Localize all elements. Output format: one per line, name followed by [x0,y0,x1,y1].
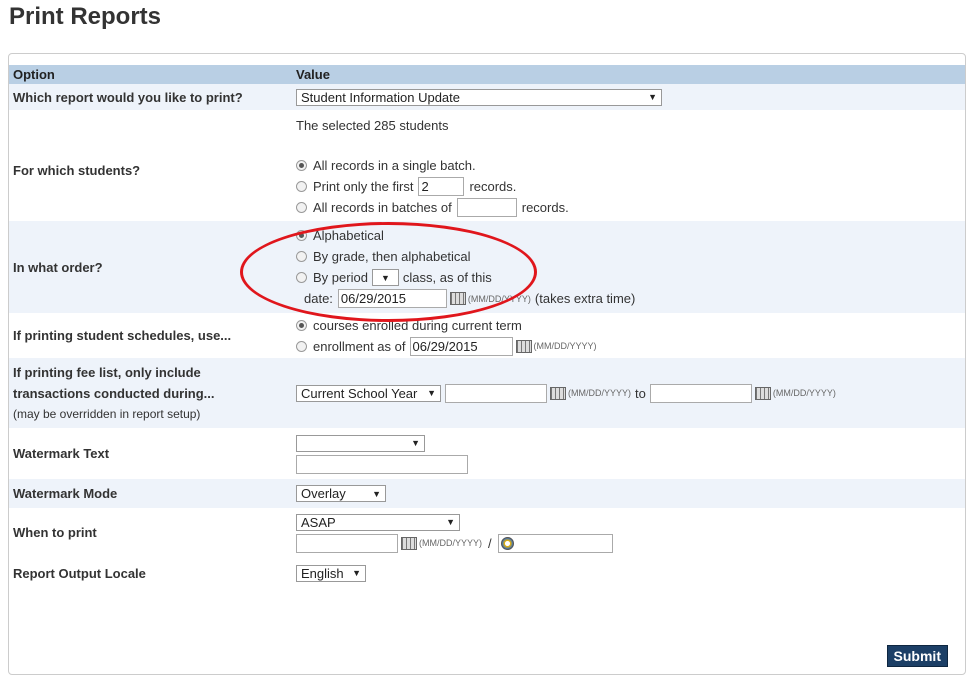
fee-label-line2: transactions conducted during... [13,385,215,401]
fee-period-value: Current School Year [301,385,418,401]
report-label: Which report would you like to print? [9,84,292,110]
first-records-suffix: records. [469,179,517,194]
order-date-input[interactable]: 06/29/2015 [337,289,447,308]
locale-value: English [301,565,344,581]
schedules-date-format: (MM/DD/YYYY) [533,341,597,351]
radio-grade[interactable] [296,251,307,262]
watermark-text-input[interactable] [296,454,468,474]
value-column-header: Value [292,65,965,84]
report-options-table: Option Value Which report would you like… [9,65,965,589]
when-date-format: (MM/DD/YYYY) [419,538,482,548]
fee-end-date-format: (MM/DD/YYYY) [772,388,836,398]
watermark-text-label: Watermark Text [13,446,110,461]
students-option-batch[interactable]: All records in batches of records. [296,197,961,218]
calendar-icon[interactable] [515,339,532,353]
chevron-down-icon: ▼ [648,92,657,102]
when-select[interactable]: ASAP ▼ [296,513,460,531]
radio-batch-records[interactable] [296,202,307,213]
when-label: When to print [13,525,97,540]
schedules-label: If printing student schedules, use... [13,328,232,343]
calendar-icon[interactable] [550,386,566,400]
order-label: In what order? [9,221,292,313]
fee-note: (may be overridden in report setup) [13,406,201,421]
schedules-option-asof[interactable]: enrollment as of 06/29/2015 (MM/DD/YYYY) [296,336,961,357]
fee-end-date-input[interactable] [649,383,752,403]
radio-current-term[interactable] [296,319,307,331]
students-option-first[interactable]: Print only the first 2 records. [296,176,961,197]
enrollment-asof-label: enrollment as of [313,338,406,354]
students-label: For which students? [13,163,141,178]
locale-label: Report Output Locale [13,565,146,581]
report-select-value: Student Information Update [301,89,460,105]
fee-label-line1: If printing fee list, only include [13,364,201,380]
watermark-mode-select[interactable]: Overlay ▼ [296,485,386,502]
submit-button[interactable]: Submit [886,645,948,667]
alphabetical-label: Alphabetical [313,228,384,243]
when-time-input[interactable] [497,533,613,553]
period-suffix: class, as of this [402,270,492,285]
chevron-down-icon: ▼ [372,488,381,499]
students-option-all[interactable]: All records in a single batch. [296,155,961,176]
when-date-input[interactable] [296,533,398,553]
fee-period-select[interactable]: Current School Year ▼ [296,384,441,402]
chevron-down-icon: ▼ [380,272,390,283]
current-term-label: courses enrolled during current term [313,317,522,333]
batch-size-input[interactable] [456,198,517,217]
fee-to-label: to [635,385,646,401]
when-separator: / [488,535,492,551]
fee-start-date-format: (MM/DD/YYYY) [568,388,631,398]
selected-students-text: The selected 285 students [296,117,449,133]
batch-records-prefix: All records in batches of [313,200,452,215]
report-options-panel: Option Value Which report would you like… [8,53,966,675]
radio-first-records[interactable] [296,181,307,192]
period-prefix: By period [313,270,368,285]
grade-label: By grade, then alphabetical [313,249,471,264]
watermark-text-select[interactable]: ▼ [296,434,425,452]
first-records-prefix: Print only the first [313,179,414,194]
watermark-mode-label: Watermark Mode [9,479,292,508]
calendar-icon[interactable] [449,292,466,305]
locale-select[interactable]: English ▼ [296,564,366,582]
page-title: Print Reports [9,3,162,30]
fee-start-date-input[interactable] [445,383,547,403]
watermark-mode-value: Overlay [301,486,346,501]
chevron-down-icon: ▼ [411,438,420,448]
radio-alphabetical[interactable] [296,230,307,241]
order-date-format: (MM/DD/YYYY) [467,293,531,304]
period-select[interactable]: ▼ [371,269,399,286]
order-option-period[interactable]: By period ▼ class, as of this [296,267,961,288]
option-column-header: Option [9,65,292,84]
calendar-icon[interactable] [754,386,771,400]
order-note: (takes extra time) [534,291,636,306]
chevron-down-icon: ▼ [427,388,436,398]
radio-all-records[interactable] [296,160,307,171]
radio-enrollment-asof[interactable] [296,340,307,352]
chevron-down-icon: ▼ [352,568,361,578]
clock-icon[interactable] [500,536,514,550]
order-date-label: date: [304,291,333,306]
when-value: ASAP [301,514,336,530]
first-records-input[interactable]: 2 [418,177,465,196]
order-option-alpha[interactable]: Alphabetical [296,225,961,246]
schedules-option-current[interactable]: courses enrolled during current term [296,315,961,336]
report-select[interactable]: Student Information Update ▼ [296,88,662,106]
batch-records-suffix: records. [521,200,569,215]
radio-period[interactable] [296,272,307,283]
order-option-grade[interactable]: By grade, then alphabetical [296,246,961,267]
chevron-down-icon: ▼ [446,517,455,527]
schedules-date-input[interactable]: 06/29/2015 [409,336,513,356]
calendar-icon[interactable] [401,536,417,550]
students-option-all-label: All records in a single batch. [313,158,476,173]
